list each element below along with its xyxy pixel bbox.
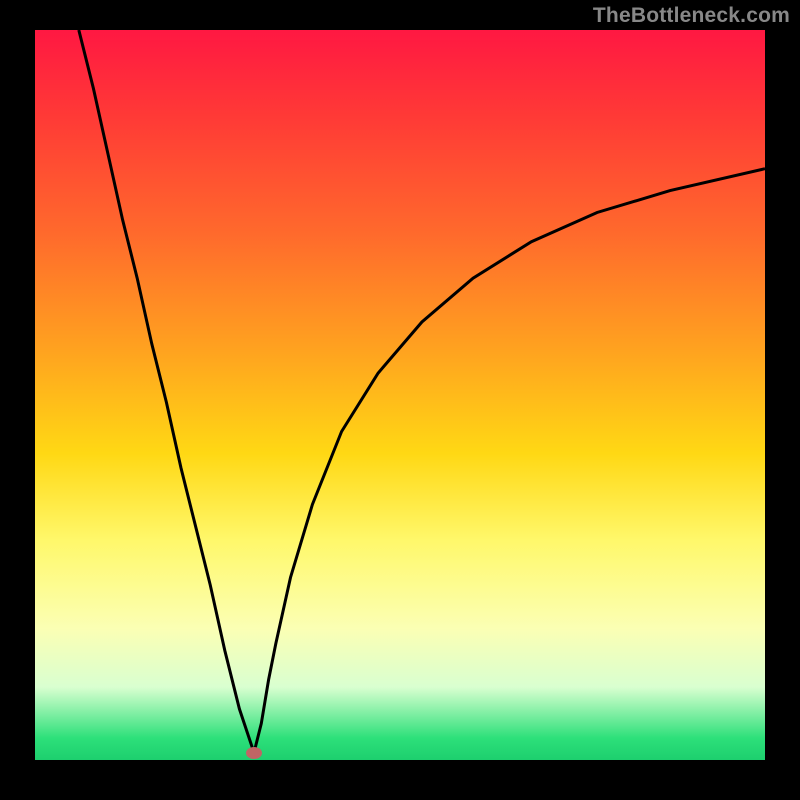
minimum-dot bbox=[246, 747, 262, 759]
plot-area bbox=[35, 30, 765, 760]
curve-path bbox=[79, 30, 765, 753]
chart-frame: TheBottleneck.com bbox=[0, 0, 800, 800]
bottleneck-curve bbox=[35, 30, 765, 760]
watermark-text: TheBottleneck.com bbox=[593, 4, 790, 28]
